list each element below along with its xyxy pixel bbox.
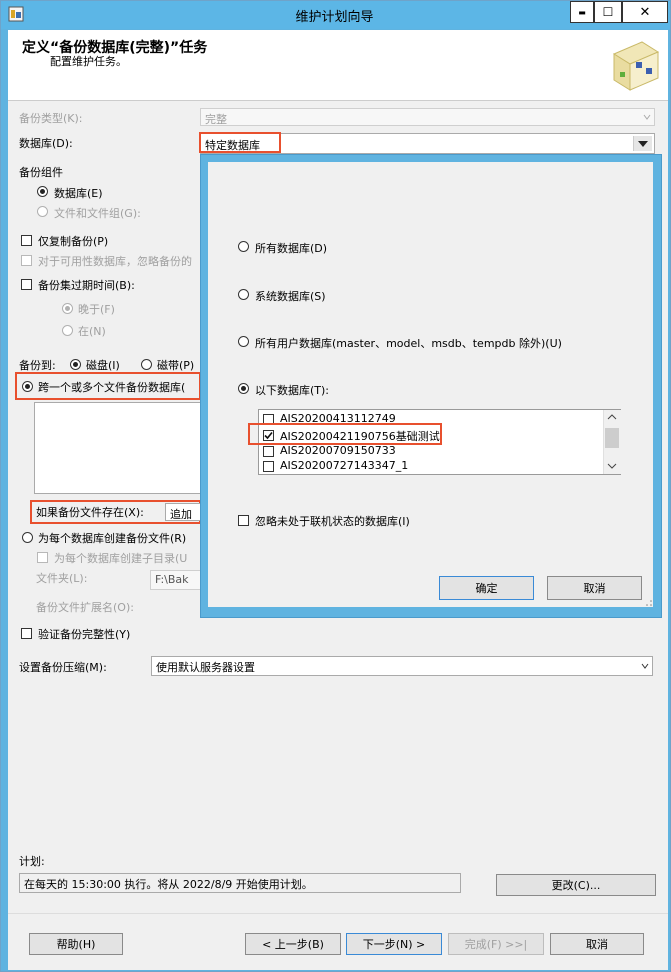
- selected-db-highlight: [248, 423, 442, 445]
- maximize-button[interactable]: ☐: [594, 1, 622, 23]
- per-db-file-label: 为每个数据库创建备份文件(R): [38, 532, 187, 545]
- database-list-scrollbar[interactable]: [603, 410, 621, 474]
- compression-label: 设置备份压缩(M):: [19, 661, 107, 674]
- verify-checkbox[interactable]: [21, 628, 32, 639]
- ignore-offline-label: 忽略未处于联机状态的数据库(I): [255, 515, 410, 528]
- help-button[interactable]: 帮助(H): [29, 933, 123, 955]
- backup-to-label: 备份到:: [19, 359, 56, 372]
- extension-label: 备份文件扩展名(O):: [36, 601, 134, 614]
- disk-radio[interactable]: [70, 359, 81, 370]
- if-exists-select[interactable]: 追加: [165, 503, 201, 521]
- popup-cancel-button[interactable]: 取消: [547, 576, 642, 600]
- close-button[interactable]: ✕: [622, 1, 668, 23]
- database-label: 数据库(D):: [19, 137, 73, 150]
- finish-button: 完成(F) >>|: [448, 933, 544, 955]
- per-db-subdir-label: 为每个数据库创建子目录(U: [54, 552, 188, 565]
- database-highlight: [199, 132, 281, 153]
- backup-components-label: 备份组件: [19, 166, 63, 179]
- scroll-down-icon[interactable]: [607, 462, 617, 470]
- tape-label: 磁带(P): [157, 359, 195, 372]
- per-db-file-radio[interactable]: [22, 532, 33, 543]
- chevron-down-icon: [641, 663, 649, 669]
- availability-label: 对于可用性数据库，忽略备份的: [38, 255, 192, 268]
- if-exists-value: 追加: [170, 508, 192, 521]
- system-db-radio[interactable]: [238, 289, 249, 300]
- expire-checkbox[interactable]: [21, 279, 32, 290]
- resize-grip-icon[interactable]: [645, 599, 653, 607]
- schedule-value: 在每天的 15:30:00 执行。将从 2022/8/9 开始使用计划。: [24, 878, 313, 891]
- folder-input[interactable]: F:\Bak: [150, 570, 201, 590]
- backup-files-list[interactable]: [34, 402, 201, 494]
- all-db-label: 所有数据库(D): [255, 242, 328, 255]
- availability-checkbox[interactable]: [21, 255, 32, 266]
- page-subtitle: 配置维护任务。: [50, 55, 127, 68]
- backup-type-value: 完整: [205, 113, 227, 126]
- wizard-graphic-icon: [608, 38, 664, 94]
- scroll-up-icon[interactable]: [607, 413, 617, 421]
- component-database-label: 数据库(E): [54, 187, 103, 200]
- span-files-radio[interactable]: [22, 381, 33, 392]
- popup-ok-button[interactable]: 确定: [439, 576, 534, 600]
- folder-value: F:\Bak: [155, 573, 189, 586]
- list-item-checkbox[interactable]: [263, 446, 274, 457]
- if-exists-label: 如果备份文件存在(X):: [36, 506, 144, 519]
- minimize-button[interactable]: ▬: [570, 1, 594, 23]
- component-files-radio[interactable]: [37, 206, 48, 217]
- component-database-radio[interactable]: [37, 186, 48, 197]
- copy-only-checkbox[interactable]: [21, 235, 32, 246]
- folder-label: 文件夹(L):: [36, 572, 88, 585]
- copy-only-label: 仅复制备份(P): [38, 235, 109, 248]
- change-schedule-button[interactable]: 更改(C)...: [496, 874, 656, 896]
- span-files-label: 跨一个或多个文件备份数据库(: [38, 381, 186, 394]
- schedule-display: 在每天的 15:30:00 执行。将从 2022/8/9 开始使用计划。: [19, 873, 461, 893]
- component-files-label: 文件和文件组(G):: [54, 207, 141, 220]
- per-db-subdir-checkbox[interactable]: [37, 552, 48, 563]
- back-button[interactable]: < 上一步(B): [245, 933, 341, 955]
- backup-type-select: 完整: [200, 108, 655, 126]
- minimize-icon: ▬: [578, 7, 586, 17]
- system-db-label: 系统数据库(S): [255, 290, 326, 303]
- compression-select[interactable]: 使用默认服务器设置: [151, 656, 653, 676]
- database-dropdown-button[interactable]: [633, 136, 652, 151]
- all-db-radio[interactable]: [238, 241, 249, 252]
- list-item-label: AIS20200709150733: [280, 444, 396, 457]
- list-item[interactable]: AIS20200727143347_1: [262, 459, 602, 474]
- user-db-label: 所有用户数据库(master、model、msdb、tempdb 除外)(U): [255, 337, 562, 350]
- verify-label: 验证备份完整性(Y): [38, 628, 131, 641]
- expire-after-label: 晚于(F): [78, 303, 115, 316]
- close-icon: ✕: [639, 4, 651, 20]
- list-item[interactable]: AIS20200709150733: [262, 444, 602, 459]
- schedule-label: 计划:: [19, 855, 45, 868]
- scroll-thumb[interactable]: [605, 428, 619, 448]
- ignore-offline-checkbox[interactable]: [238, 515, 249, 526]
- chevron-down-icon: [643, 114, 651, 120]
- maximize-icon: ☐: [602, 5, 614, 19]
- dropdown-arrow-icon: [638, 141, 648, 147]
- these-db-radio[interactable]: [238, 383, 249, 394]
- compression-value: 使用默认服务器设置: [156, 661, 255, 674]
- backup-type-label: 备份类型(K):: [19, 112, 83, 125]
- cancel-button[interactable]: 取消: [550, 933, 644, 955]
- list-item-label: AIS20200727143347_1: [280, 459, 409, 472]
- user-db-radio[interactable]: [238, 336, 249, 347]
- expire-label: 备份集过期时间(B):: [38, 279, 135, 292]
- window-title: 维护计划向导: [295, 10, 374, 25]
- these-db-label: 以下数据库(T):: [255, 384, 330, 397]
- tape-radio[interactable]: [141, 359, 152, 370]
- expire-after-radio[interactable]: [62, 303, 73, 314]
- expire-on-radio[interactable]: [62, 325, 73, 336]
- next-button[interactable]: 下一步(N) >: [346, 933, 442, 955]
- expire-on-label: 在(N): [78, 325, 106, 338]
- disk-label: 磁盘(I): [86, 359, 120, 372]
- list-item-checkbox[interactable]: [263, 461, 274, 472]
